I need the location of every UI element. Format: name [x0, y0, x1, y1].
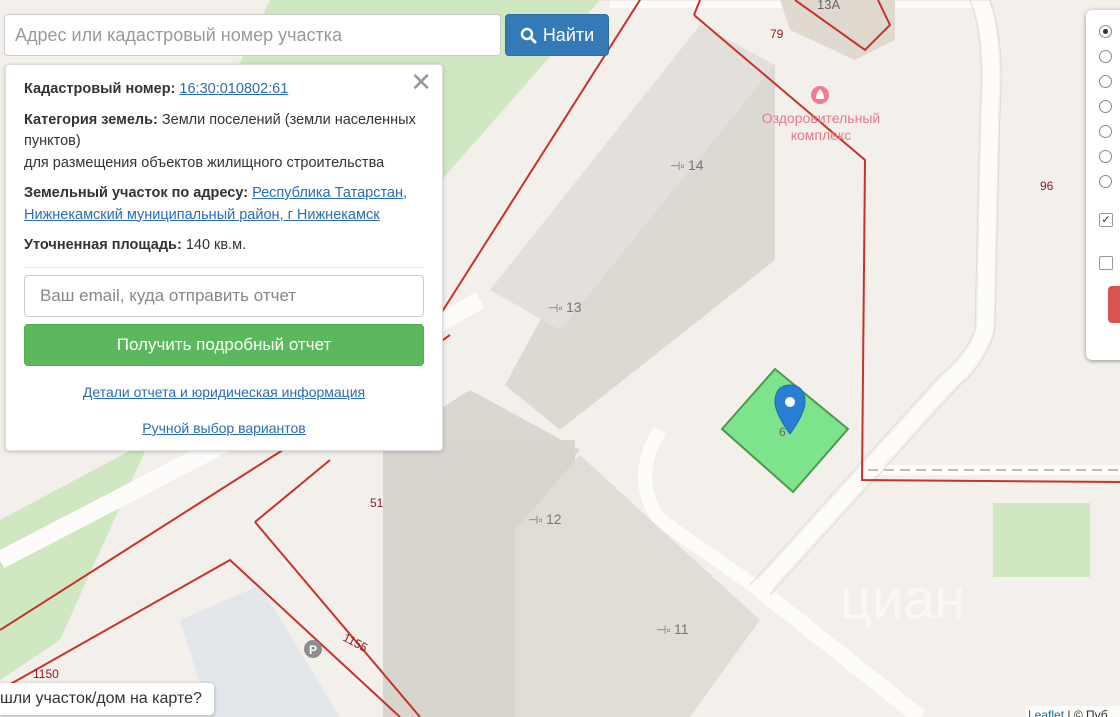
svg-text:11: 11: [674, 621, 689, 637]
cadastral-number-label: Кадастровый номер:: [24, 81, 176, 97]
poi-label-line2: комплекс: [791, 127, 852, 143]
search-button-label: Найти: [542, 24, 595, 45]
parking-icon: P: [304, 640, 322, 658]
svg-text:12: 12: [546, 511, 562, 527]
parcel-number: 79: [770, 27, 784, 41]
parcel-number: 96: [1040, 179, 1054, 193]
layer-radio-1[interactable]: [1099, 25, 1112, 38]
report-details-link[interactable]: Детали отчета и юридическая информация: [83, 382, 365, 404]
cadastral-number-row: Кадастровый номер: 16:30:010802:61: [24, 79, 424, 101]
get-report-button[interactable]: Получить подробный отчет: [24, 323, 424, 366]
land-category-label: Категория земель:: [24, 111, 158, 128]
layer-action-button[interactable]: [1108, 286, 1120, 323]
search-button[interactable]: Найти: [505, 14, 609, 56]
close-icon[interactable]: ✕: [410, 69, 432, 95]
land-category-row: Категория земель: Земли поселений (земли…: [24, 110, 424, 175]
svg-text:P: P: [309, 643, 317, 657]
email-field[interactable]: [24, 274, 424, 317]
address-label: Земельный участок по адресу:: [24, 185, 249, 201]
manual-selection-link[interactable]: Ручной выбор вариантов: [142, 418, 306, 440]
layer-radio-2[interactable]: [1099, 50, 1112, 63]
layer-checkbox-2[interactable]: [1099, 256, 1113, 270]
land-purpose: для размещения объектов жилищного строит…: [24, 154, 385, 171]
svg-text:13: 13: [566, 299, 582, 315]
parcel-number: 51: [370, 496, 384, 510]
entrance-icon: ⊣▫: [670, 159, 685, 173]
parcel-info-popup: ✕ Кадастровый номер: 16:30:010802:61 Кат…: [5, 64, 443, 451]
cadastral-number-link[interactable]: 16:30:010802:61: [179, 81, 288, 97]
area-value: 140 кв.м.: [185, 237, 247, 253]
attribution-separator: |: [1067, 708, 1071, 717]
entrance-icon: ⊣▫: [548, 301, 563, 315]
layer-radio-6[interactable]: [1099, 150, 1112, 163]
map-attribution: Leaflet | © Пуб: [1026, 706, 1120, 717]
parcel-number: 1150: [33, 667, 59, 681]
found-on-map-prompt[interactable]: шли участок/дом на карте?: [0, 683, 214, 715]
svg-text:14: 14: [688, 157, 704, 173]
entrance-icon: ⊣▫: [656, 623, 671, 637]
search-icon: [520, 27, 537, 43]
area-row: Уточненная площадь: 140 кв.м.: [24, 235, 424, 257]
parcel-number: 13А: [817, 0, 840, 12]
area-label: Уточненная площадь:: [24, 237, 182, 253]
entrance-icon: ⊣▫: [528, 513, 543, 527]
address-row: Земельный участок по адресу: Республика …: [24, 183, 424, 226]
leaflet-link[interactable]: Leaflet: [1028, 708, 1064, 717]
layer-radio-5[interactable]: [1099, 125, 1112, 138]
watermark: циан: [840, 567, 965, 630]
poi-label-line1: Оздоровительный: [762, 110, 880, 126]
layer-control-panel: ✓: [1086, 10, 1120, 360]
found-on-map-text: шли участок/дом на карте?: [0, 690, 202, 707]
divider: [24, 266, 424, 268]
layer-radio-7[interactable]: [1099, 175, 1112, 188]
spa-icon[interactable]: [811, 86, 829, 104]
green-area: [993, 503, 1090, 577]
attribution-text: © Пуб: [1073, 708, 1108, 717]
layer-radio-3[interactable]: [1099, 75, 1112, 88]
layer-radio-4[interactable]: [1099, 100, 1112, 113]
search-input[interactable]: [4, 14, 501, 56]
layer-checkbox-1[interactable]: ✓: [1099, 213, 1113, 227]
